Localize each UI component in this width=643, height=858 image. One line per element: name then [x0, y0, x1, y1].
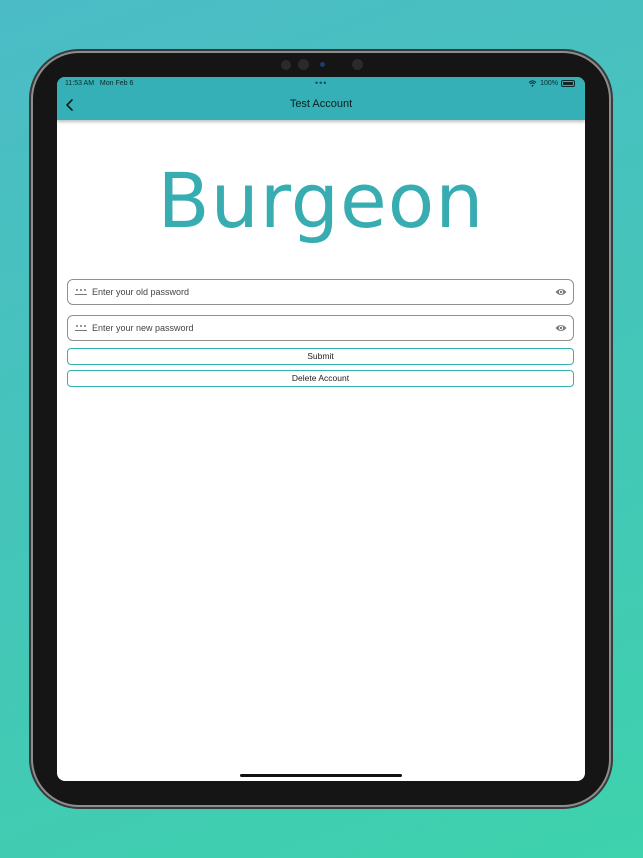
submit-button[interactable]: Submit [67, 348, 574, 365]
nav-bar: 11:53 AM Mon Feb 6 ••• 100% Test Account [57, 77, 585, 120]
eye-icon[interactable] [555, 323, 567, 333]
battery-icon [561, 80, 575, 87]
home-indicator[interactable] [240, 774, 402, 777]
status-time-text: 11:53 AM [65, 80, 95, 87]
multitask-dots[interactable]: ••• [315, 78, 327, 88]
delete-account-button[interactable]: Delete Account [67, 370, 574, 387]
old-password-input[interactable] [92, 280, 542, 304]
eye-icon[interactable] [555, 287, 567, 297]
new-password-field[interactable] [67, 315, 574, 341]
status-time: 11:53 AM Mon Feb 6 [65, 80, 133, 87]
sensor-icon [298, 59, 309, 70]
page-title: Test Account [289, 98, 353, 110]
new-password-input[interactable] [92, 316, 542, 340]
app-screen: 11:53 AM Mon Feb 6 ••• 100% Test Account… [57, 77, 585, 781]
camera-icon [320, 62, 325, 67]
brand-logo: Burgeon [157, 156, 485, 245]
old-password-field[interactable] [67, 279, 574, 305]
battery-percent: 100% [540, 80, 558, 87]
sensor-icon [352, 59, 363, 70]
sensor-icon [281, 60, 291, 70]
password-icon [75, 325, 87, 331]
status-date-text: Mon Feb 6 [99, 80, 134, 87]
status-right: 100% [528, 80, 575, 87]
wifi-icon [528, 80, 537, 87]
password-icon [75, 289, 87, 295]
